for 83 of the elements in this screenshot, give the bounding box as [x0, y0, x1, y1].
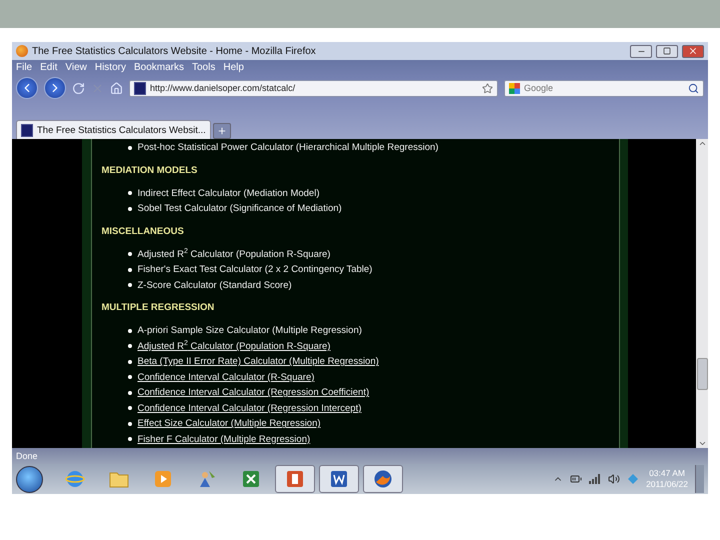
bullet-icon	[128, 146, 132, 150]
document-icon	[329, 469, 349, 489]
search-bar[interactable]: Google	[504, 80, 704, 96]
bullet-icon	[128, 375, 132, 380]
forward-button[interactable]	[44, 77, 66, 99]
bullet-icon	[128, 283, 132, 288]
search-engine-icon	[509, 82, 520, 94]
window-title: The Free Statistics Calculators Website - Home - Mozilla Firefox	[32, 46, 317, 56]
scroll-up-icon[interactable]	[698, 139, 706, 148]
calculator-link[interactable]: Confidence Interval Calculator (R-Square)	[138, 372, 314, 383]
calculator-link[interactable]: Adjusted R$^{2}$ Calculator (Population R-Square)	[138, 340, 330, 352]
section-heading: MEDIATION MODELS	[102, 164, 198, 176]
taskbar-app-button[interactable]	[275, 465, 315, 493]
play-icon	[154, 470, 172, 488]
calculator-link[interactable]: Confidence Interval Calculator (Regression Coefficient)	[138, 387, 370, 398]
bullet-icon	[128, 390, 132, 395]
bullet-icon	[128, 360, 132, 364]
plus-icon	[216, 126, 227, 136]
menu-item[interactable]: Bookmarks	[134, 62, 184, 73]
bookmark-star-icon[interactable]	[482, 82, 493, 94]
section-heading: MISCELLANEOUS	[102, 226, 185, 236]
menu-item[interactable]: Tools	[192, 62, 216, 73]
status-text: Done	[16, 451, 38, 461]
spreadsheet-icon	[241, 469, 261, 489]
calculator-link[interactable]: Beta (Type II Error Rate) Calculator (Multiple Regression)	[138, 356, 379, 368]
bullet-icon	[128, 328, 132, 333]
bullet-icon	[128, 406, 132, 410]
browser-tab[interactable]: The Free Statistics Calculators Websit...	[16, 120, 211, 139]
scroll-down-icon[interactable]	[698, 439, 706, 448]
browser-logo-icon	[16, 45, 28, 57]
battery-icon[interactable]	[570, 473, 582, 485]
taskbar-app-button[interactable]	[363, 465, 403, 493]
calculator-item: Post-hoc Statistical Power Calculator (Hierarchical Multiple Regression)	[138, 142, 438, 154]
back-button[interactable]	[16, 77, 38, 99]
calculator-item: Z-Score Calculator (Standard Score)	[138, 280, 292, 291]
presentation-icon	[285, 469, 305, 489]
menu-item[interactable]: Edit	[40, 62, 58, 73]
bullet-icon	[128, 437, 132, 442]
calculator-link[interactable]: Effect Size Calculator (Multiple Regression)	[138, 418, 321, 430]
address-field[interactable]: http://www.danielsoper.com/statcalc/	[150, 83, 478, 93]
taskbar-app-button[interactable]	[319, 465, 359, 493]
bullet-icon	[128, 191, 132, 196]
search-icon[interactable]	[688, 82, 699, 94]
bullet-icon	[128, 268, 132, 272]
menu-item[interactable]: Help	[223, 62, 244, 73]
scrollbar[interactable]	[696, 139, 708, 448]
reload-button[interactable]	[72, 82, 85, 94]
fox-globe-icon	[373, 469, 393, 489]
menu-item[interactable]: File	[16, 62, 32, 73]
bullet-icon	[128, 206, 132, 211]
bullet-icon	[128, 252, 132, 256]
home-button[interactable]	[110, 82, 123, 94]
new-tab-button[interactable]	[212, 123, 231, 139]
folder-icon	[109, 470, 129, 488]
bullet-icon	[128, 344, 132, 348]
bullet-icon	[128, 422, 132, 426]
figure-icon	[197, 469, 217, 489]
clock-time: 03:47 AM	[649, 468, 685, 479]
calculator-link[interactable]: Confidence Interval Calculator (Regression Intercept)	[138, 402, 362, 414]
signal-icon[interactable]	[589, 474, 602, 484]
calculator-item: A-priori Sample Size Calculator (Multiple Regression)	[138, 325, 362, 336]
globe-icon	[65, 469, 85, 489]
menu-item[interactable]: View	[65, 62, 87, 73]
calculator-item: Indirect Effect Calculator (Mediation Model)	[138, 188, 320, 199]
calculator-item: Fisher's Exact Test Calculator (2 x 2 Contingency Table)	[138, 264, 372, 276]
start-button[interactable]	[16, 466, 43, 492]
site-icon	[21, 124, 33, 136]
site-icon	[134, 82, 146, 94]
address-bar[interactable]: http://www.danielsoper.com/statcalc/	[129, 80, 498, 96]
calculator-item: Sobel Test Calculator (Significance of Mediation)	[138, 203, 342, 214]
menu-item[interactable]: History	[94, 62, 126, 73]
search-field[interactable]: Google	[524, 83, 684, 93]
minimize-button[interactable]	[630, 44, 652, 58]
volume-icon[interactable]	[608, 473, 620, 485]
calculator-link[interactable]: Fisher F Calculator (Multiple Regression)	[138, 434, 310, 445]
clock-date: 2011/06/22	[646, 479, 688, 490]
maximize-icon	[663, 47, 671, 55]
maximize-button[interactable]	[656, 44, 678, 58]
scrollbar-thumb[interactable]	[696, 358, 708, 390]
section-heading: MULTIPLE REGRESSION	[102, 302, 216, 313]
close-icon	[688, 46, 698, 56]
calculator-item: Adjusted R$^{2}$ Calculator (Population R-Square)	[138, 248, 330, 260]
close-button[interactable]	[682, 44, 704, 58]
